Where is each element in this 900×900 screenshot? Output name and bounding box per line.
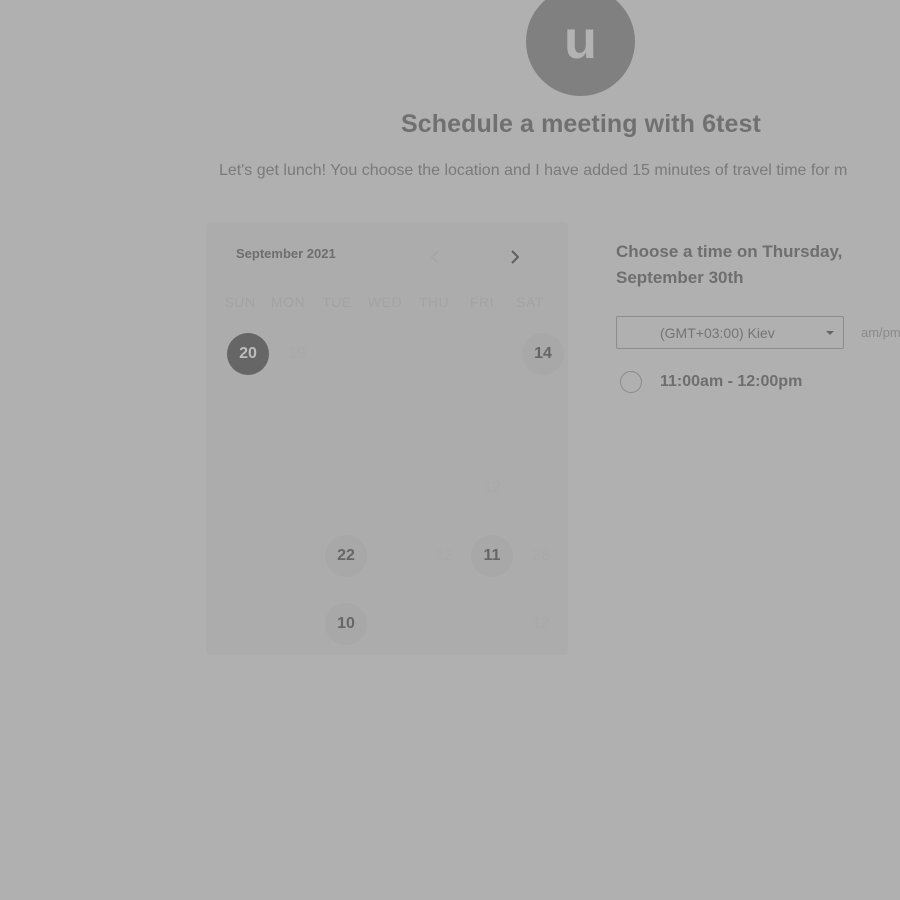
next-month-button[interactable]	[504, 245, 526, 269]
calendar-day-selected[interactable]: 20	[227, 333, 269, 375]
calendar-day-available[interactable]: 22	[325, 535, 367, 577]
time-slot-label: 11:00am - 12:00pm	[660, 373, 803, 390]
page-title: Schedule a meeting with 6test	[401, 110, 761, 138]
time-slot[interactable]: 11:00am - 12:00pm	[620, 369, 802, 395]
radio-circle-icon[interactable]	[620, 371, 642, 393]
weekday-sat: SAT	[516, 294, 544, 310]
weekday-tue: TUE	[322, 294, 352, 310]
month-label: September 2021	[236, 246, 336, 261]
weekday-sun: SUN	[224, 294, 256, 310]
calendar-day-available[interactable]: 14	[522, 333, 564, 375]
chevron-right-icon	[511, 250, 519, 264]
timezone-value: (GMT+03:00) Kiev	[660, 325, 775, 341]
calendar-day: 12	[483, 479, 501, 496]
weekday-wed: WED	[367, 294, 403, 310]
calendar: September 2021 SUN MON TUE WED THU FRI S…	[206, 222, 568, 655]
meeting-description: Let's get lunch! You choose the location…	[219, 162, 848, 179]
avatar-initial: u	[564, 9, 597, 70]
calendar-day: 19	[288, 345, 306, 362]
calendar-day-available[interactable]: 10	[325, 603, 367, 645]
calendar-day: 12	[435, 547, 453, 564]
calendar-day-available[interactable]: 11	[471, 535, 513, 577]
caret-down-icon	[826, 331, 834, 335]
time-selection-heading: Choose a time on Thursday, September 30t…	[616, 242, 843, 287]
avatar: u	[526, 0, 635, 96]
previous-month-button[interactable]	[424, 245, 446, 269]
ampm-toggle[interactable]: am/pm	[861, 325, 900, 340]
chevron-left-icon	[431, 250, 439, 264]
timezone-select[interactable]: (GMT+03:00) Kiev	[616, 316, 844, 349]
weekday-mon: MON	[270, 294, 306, 310]
weekday-thu: THU	[418, 294, 450, 310]
calendar-day: 28	[532, 547, 550, 564]
calendar-day: 12	[532, 615, 550, 632]
weekday-fri: FRI	[469, 294, 495, 310]
